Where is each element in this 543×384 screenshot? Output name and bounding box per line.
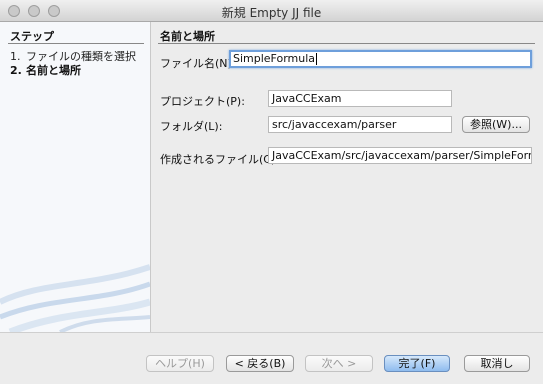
next-button[interactable]: 次へ > [305,355,373,372]
wizard-decoration-graphic [0,262,150,332]
created-file-label: 作成されるファイル(C): [160,153,279,166]
title-bar: 新規 Empty JJ file [0,0,543,22]
step-number: 2. [10,64,22,77]
folder-input[interactable]: src/javaccexam/parser [268,116,452,133]
steps-heading-divider [8,43,144,44]
project-label: プロジェクト(P): [160,95,245,108]
steps-heading: ステップ [10,30,54,43]
back-button[interactable]: < 戻る(B) [226,355,294,372]
section-divider [158,43,535,44]
dialog-window: 新規 Empty JJ file ステップ 1. ファイルの種類を選択 2. 名前と… [0,0,543,384]
window-title: 新規 Empty JJ file [221,6,322,20]
finish-button[interactable]: 完了(F) [384,355,450,372]
file-name-value: SimpleFormula [233,52,316,65]
file-name-label: ファイル名(N): [160,57,236,70]
browse-button[interactable]: 参照(W)... [462,116,530,133]
help-button[interactable]: ヘルプ(H) [146,355,214,372]
step-item-name-and-location: 2. 名前と場所 [10,62,81,78]
project-field: JavaCCExam [268,90,452,107]
section-title: 名前と場所 [160,30,215,43]
steps-panel: ステップ 1. ファイルの種類を選択 2. 名前と場所 [0,22,151,332]
cancel-button[interactable]: 取消し [464,355,530,372]
text-caret [316,53,318,65]
file-name-input[interactable]: SimpleFormula [229,50,532,68]
folder-label: フォルダ(L): [160,120,223,133]
step-label: 名前と場所 [26,64,81,77]
created-file-field: JavaCCExam/src/javaccexam/parser/SimpleF… [268,147,532,164]
button-bar: ヘルプ(H) < 戻る(B) 次へ > 完了(F) 取消し [0,332,543,384]
form-panel: 名前と場所 ファイル名(N): SimpleFormula プロジェクト(P):… [152,22,543,332]
